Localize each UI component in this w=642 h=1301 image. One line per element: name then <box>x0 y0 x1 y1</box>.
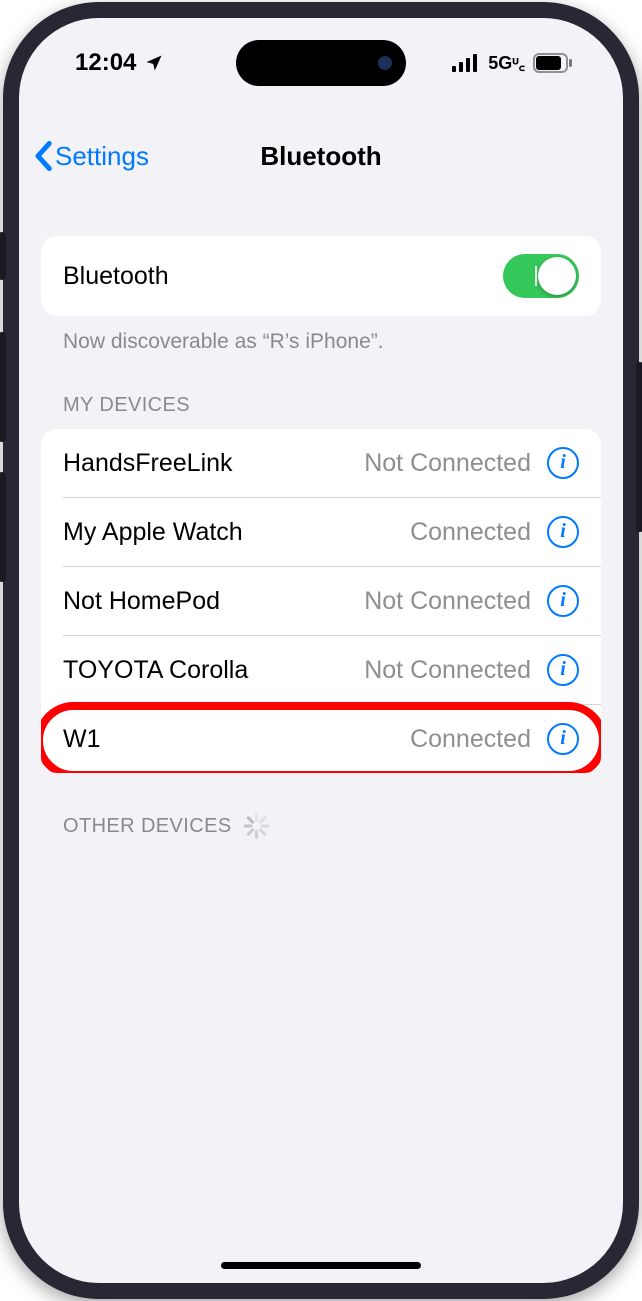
location-arrow-icon <box>144 53 164 73</box>
my-devices-header: MY DEVICES <box>41 354 601 429</box>
device-row[interactable]: TOYOTA Corolla Not Connected <box>63 635 601 704</box>
device-status: Not Connected <box>364 587 531 616</box>
phone-frame: 12:04 5Gᶸ꜀ <box>3 2 639 1299</box>
device-name: TOYOTA Corolla <box>63 656 248 685</box>
cellular-signal-icon <box>452 54 480 72</box>
device-name: My Apple Watch <box>63 518 243 547</box>
info-icon[interactable] <box>547 723 579 755</box>
discoverable-note: Now discoverable as “R’s iPhone”. <box>41 316 601 354</box>
power-button <box>636 362 642 532</box>
other-devices-header: OTHER DEVICES <box>41 773 601 851</box>
bluetooth-toggle-row[interactable]: Bluetooth <box>41 236 601 316</box>
info-icon[interactable] <box>547 654 579 686</box>
other-devices-label: OTHER DEVICES <box>63 815 232 838</box>
volume-up-button <box>0 332 6 442</box>
chevron-left-icon <box>33 141 53 171</box>
device-row[interactable]: My Apple Watch Connected <box>63 497 601 566</box>
device-row-highlighted[interactable]: W1 Connected <box>63 704 601 773</box>
bluetooth-toggle-card: Bluetooth <box>41 236 601 316</box>
device-status: Connected <box>410 725 531 754</box>
info-icon[interactable] <box>547 447 579 479</box>
screen: 12:04 5Gᶸ꜀ <box>19 18 623 1283</box>
device-status: Not Connected <box>364 656 531 685</box>
network-type: 5Gᶸ꜀ <box>488 51 525 75</box>
bluetooth-label: Bluetooth <box>63 262 169 291</box>
back-button[interactable]: Settings <box>19 141 149 172</box>
bluetooth-toggle[interactable] <box>503 254 579 298</box>
activity-spinner-icon <box>244 813 270 839</box>
info-icon[interactable] <box>547 585 579 617</box>
device-name: Not HomePod <box>63 587 220 616</box>
device-name: W1 <box>63 725 101 754</box>
device-status: Not Connected <box>364 449 531 478</box>
info-icon[interactable] <box>547 516 579 548</box>
device-row[interactable]: Not HomePod Not Connected <box>63 566 601 635</box>
my-devices-list: HandsFreeLink Not Connected My Apple Wat… <box>41 429 601 773</box>
back-label: Settings <box>55 141 149 172</box>
device-status: Connected <box>410 518 531 547</box>
home-indicator[interactable] <box>221 1262 421 1269</box>
volume-down-button <box>0 472 6 582</box>
device-row[interactable]: HandsFreeLink Not Connected <box>41 429 601 497</box>
content: Bluetooth Now discoverable as “R’s iPhon… <box>19 186 623 851</box>
dynamic-island <box>236 40 406 86</box>
device-name: HandsFreeLink <box>63 449 233 478</box>
status-time: 12:04 <box>75 49 136 77</box>
battery-icon <box>533 53 573 73</box>
side-button <box>0 232 6 280</box>
